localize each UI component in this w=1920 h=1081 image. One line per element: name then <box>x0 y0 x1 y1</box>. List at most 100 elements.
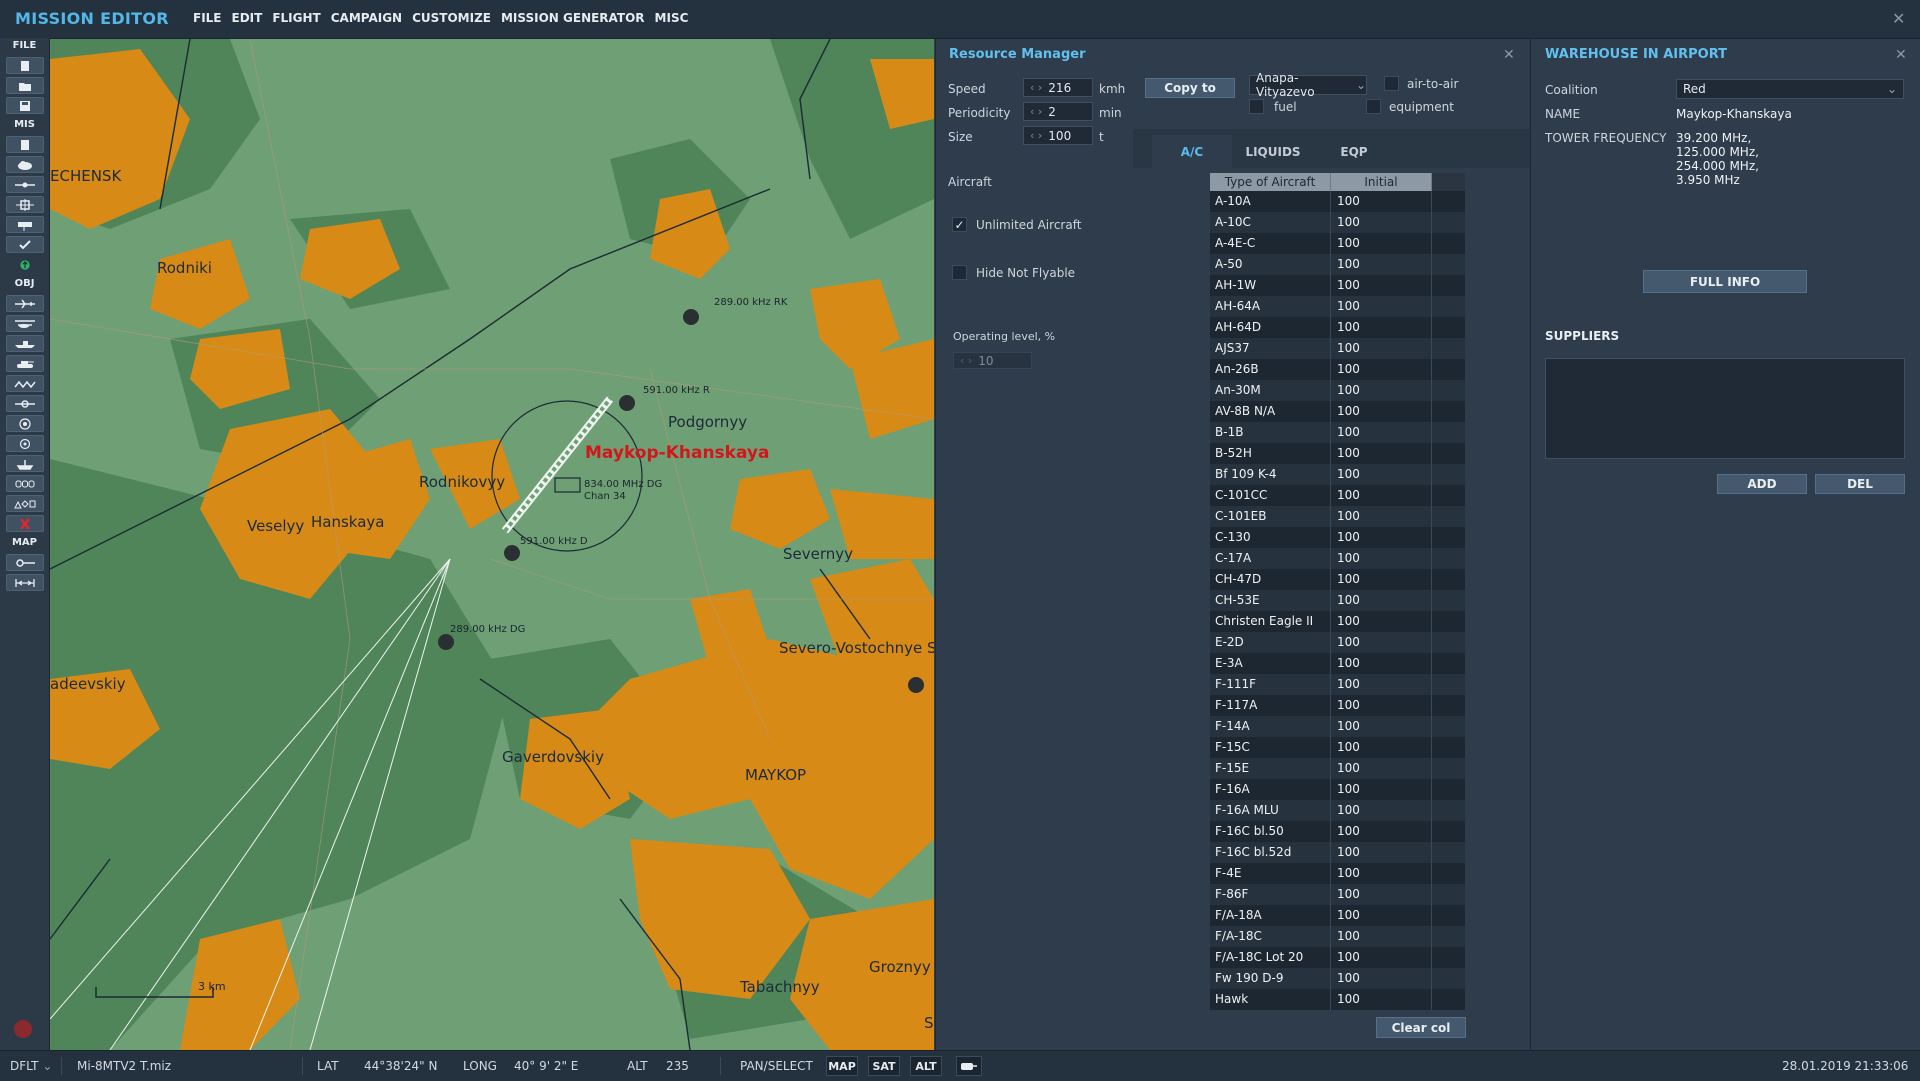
periodicity-stepper[interactable]: ‹ › 2 <box>1023 102 1093 121</box>
menu-mission-generator[interactable]: MISSION GENERATOR <box>501 11 645 25</box>
initial-count-cell[interactable]: 100 <box>1331 254 1432 275</box>
clear-col-button[interactable]: Clear col <box>1376 1017 1466 1038</box>
initial-count-cell[interactable]: 100 <box>1331 590 1432 611</box>
coalition-select[interactable]: Red ⌄ <box>1676 79 1904 99</box>
table-row[interactable]: C-101CC 100 <box>1210 485 1465 506</box>
initial-count-cell[interactable]: 100 <box>1331 338 1432 359</box>
table-row[interactable]: AH-64D 100 <box>1210 317 1465 338</box>
stepper-arrows-icon[interactable]: ‹ › <box>1030 129 1042 142</box>
add-static-button[interactable] <box>6 395 44 412</box>
table-row[interactable]: AH-64A 100 <box>1210 296 1465 317</box>
copy-to-button[interactable]: Copy to <box>1145 78 1235 98</box>
add-vehicle-button[interactable] <box>6 355 44 372</box>
initial-count-cell[interactable]: 100 <box>1331 968 1432 989</box>
table-row[interactable]: F-86F 100 <box>1210 884 1465 905</box>
initial-count-cell[interactable]: 100 <box>1331 485 1432 506</box>
table-row[interactable]: F-14A 100 <box>1210 716 1465 737</box>
initial-count-cell[interactable]: 100 <box>1331 443 1432 464</box>
table-row[interactable]: B-1B 100 <box>1210 422 1465 443</box>
toggle-tool-button[interactable] <box>956 1056 982 1076</box>
table-row[interactable]: F-16C bl.50 100 <box>1210 821 1465 842</box>
initial-count-cell[interactable]: 100 <box>1331 737 1432 758</box>
initial-count-cell[interactable]: 100 <box>1331 569 1432 590</box>
initial-count-cell[interactable]: 100 <box>1331 905 1432 926</box>
initial-count-cell[interactable]: 100 <box>1331 611 1432 632</box>
tab-liquids[interactable]: LIQUIDS <box>1233 135 1313 168</box>
table-row[interactable]: F/A-18C 100 <box>1210 926 1465 947</box>
initial-count-cell[interactable]: 100 <box>1331 926 1432 947</box>
initial-count-cell[interactable]: 100 <box>1331 380 1432 401</box>
initial-count-cell[interactable]: 100 <box>1331 275 1432 296</box>
record-icon[interactable] <box>14 1020 32 1038</box>
profile-select[interactable]: DFLT ⌄ <box>10 1059 52 1073</box>
briefing-button[interactable] <box>6 136 44 153</box>
table-row[interactable]: F-16A 100 <box>1210 779 1465 800</box>
add-helicopter-button[interactable] <box>6 315 44 332</box>
initial-count-cell[interactable]: 100 <box>1331 317 1432 338</box>
add-airport-button[interactable] <box>6 435 44 452</box>
table-row[interactable]: Christen Eagle II 100 <box>1210 611 1465 632</box>
table-row[interactable]: F-15E 100 <box>1210 758 1465 779</box>
table-row[interactable]: A-10A 100 <box>1210 191 1465 212</box>
close-icon[interactable]: ✕ <box>1503 47 1515 63</box>
initial-count-cell[interactable]: 100 <box>1331 527 1432 548</box>
menu-misc[interactable]: MISC <box>655 11 689 25</box>
triggers-button[interactable] <box>6 216 44 233</box>
airport-select[interactable]: Anapa-Vityazevo ⌄ <box>1249 71 1367 99</box>
suppliers-list[interactable] <box>1545 358 1905 459</box>
map-mode-button[interactable]: MAP <box>826 1056 858 1076</box>
table-row[interactable]: F-117A 100 <box>1210 695 1465 716</box>
speed-stepper[interactable]: ‹ › 216 <box>1023 78 1093 97</box>
open-file-button[interactable] <box>6 77 44 94</box>
size-stepper[interactable]: ‹ › 100 <box>1023 126 1093 145</box>
table-row[interactable]: CH-47D 100 <box>1210 569 1465 590</box>
initial-count-cell[interactable]: 100 <box>1331 989 1432 1010</box>
menu-file[interactable]: FILE <box>193 11 222 25</box>
initial-count-cell[interactable]: 100 <box>1331 653 1432 674</box>
initial-count-cell[interactable]: 100 <box>1331 947 1432 968</box>
goals-button[interactable] <box>6 236 44 253</box>
table-row[interactable]: An-30M 100 <box>1210 380 1465 401</box>
hide-not-flyable-checkbox[interactable] <box>952 265 967 280</box>
initial-count-cell[interactable]: 100 <box>1331 758 1432 779</box>
initial-count-cell[interactable]: 100 <box>1331 800 1432 821</box>
table-row[interactable]: An-26B 100 <box>1210 359 1465 380</box>
new-file-button[interactable] <box>6 57 44 74</box>
initial-count-cell[interactable]: 100 <box>1331 695 1432 716</box>
table-row[interactable]: C-101EB 100 <box>1210 506 1465 527</box>
tab-ac[interactable]: A/C <box>1152 135 1232 168</box>
sat-mode-button[interactable]: SAT <box>868 1056 900 1076</box>
table-row[interactable]: A-10C 100 <box>1210 212 1465 233</box>
weather-button[interactable] <box>6 156 44 173</box>
initial-count-cell[interactable]: 100 <box>1331 674 1432 695</box>
table-row[interactable]: AH-1W 100 <box>1210 275 1465 296</box>
table-row[interactable]: F-15C 100 <box>1210 737 1465 758</box>
menu-campaign[interactable]: CAMPAIGN <box>331 11 402 25</box>
table-row[interactable]: F/A-18A 100 <box>1210 905 1465 926</box>
close-icon[interactable]: ✕ <box>1892 9 1905 28</box>
initial-count-cell[interactable]: 100 <box>1331 716 1432 737</box>
initial-count-cell[interactable]: 100 <box>1331 632 1432 653</box>
initial-count-cell[interactable]: 100 <box>1331 548 1432 569</box>
table-row[interactable]: AV-8B N/A 100 <box>1210 401 1465 422</box>
delete-supplier-button[interactable]: DEL <box>1815 474 1905 494</box>
alt-mode-button[interactable]: ALT <box>910 1056 942 1076</box>
initial-count-cell[interactable]: 100 <box>1331 359 1432 380</box>
fuel-checkbox[interactable] <box>1249 99 1264 114</box>
table-row[interactable]: F/A-18C Lot 20 100 <box>1210 947 1465 968</box>
initial-count-cell[interactable]: 100 <box>1331 191 1432 212</box>
map-view[interactable]: ECHENSK Rodniki Podgornyy Rodnikovyy Ves… <box>50 39 934 1050</box>
initial-count-cell[interactable]: 100 <box>1331 212 1432 233</box>
initial-count-cell[interactable]: 100 <box>1331 842 1432 863</box>
menu-customize[interactable]: CUSTOMIZE <box>412 11 491 25</box>
menu-edit[interactable]: EDIT <box>232 11 263 25</box>
initial-count-cell[interactable]: 100 <box>1331 821 1432 842</box>
table-row[interactable]: B-52H 100 <box>1210 443 1465 464</box>
airfield-label[interactable]: Maykop-Khanskaya <box>585 443 769 463</box>
full-info-button[interactable]: FULL INFO <box>1643 270 1807 293</box>
add-shapes-button[interactable] <box>6 495 44 512</box>
column-header-type[interactable]: Type of Aircraft <box>1210 173 1331 191</box>
initial-count-cell[interactable]: 100 <box>1331 506 1432 527</box>
add-template-button[interactable] <box>6 415 44 432</box>
close-icon[interactable]: ✕ <box>1895 47 1907 63</box>
